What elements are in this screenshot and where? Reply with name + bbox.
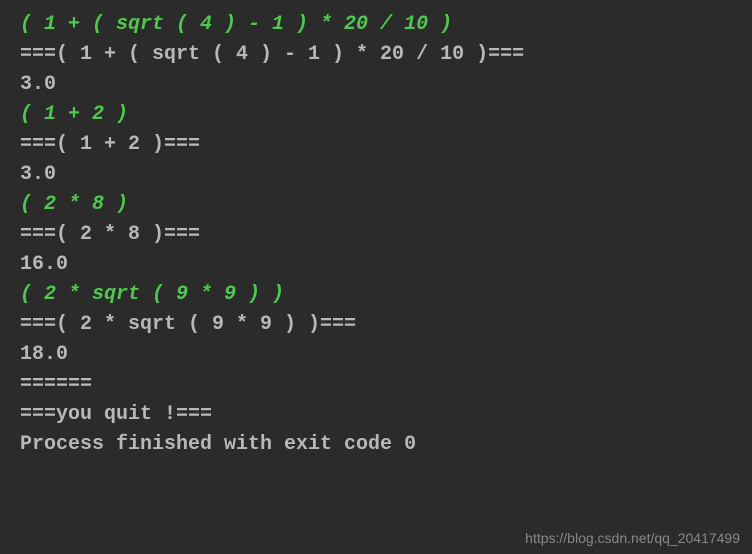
input-line: ( 2 * 8 ) <box>20 190 732 220</box>
echo-line: ===( 1 + 2 )=== <box>20 130 732 160</box>
result-line: 16.0 <box>20 250 732 280</box>
result-line: 18.0 <box>20 340 732 370</box>
echo-line: ===( 2 * sqrt ( 9 * 9 ) )=== <box>20 310 732 340</box>
input-line: ( 2 * sqrt ( 9 * 9 ) ) <box>20 280 732 310</box>
echo-line: ===( 2 * 8 )=== <box>20 220 732 250</box>
input-line: ( 1 + ( sqrt ( 4 ) - 1 ) * 20 / 10 ) <box>20 10 732 40</box>
terminal-output: ( 1 + ( sqrt ( 4 ) - 1 ) * 20 / 10 ) ===… <box>20 10 732 460</box>
exit-line: Process finished with exit code 0 <box>20 430 732 460</box>
result-line: 3.0 <box>20 160 732 190</box>
watermark: https://blog.csdn.net/qq_20417499 <box>525 530 740 546</box>
separator-line: ====== <box>20 370 732 400</box>
result-line: 3.0 <box>20 70 732 100</box>
quit-line: ===you quit !=== <box>20 400 732 430</box>
input-line: ( 1 + 2 ) <box>20 100 732 130</box>
echo-line: ===( 1 + ( sqrt ( 4 ) - 1 ) * 20 / 10 )=… <box>20 40 732 70</box>
